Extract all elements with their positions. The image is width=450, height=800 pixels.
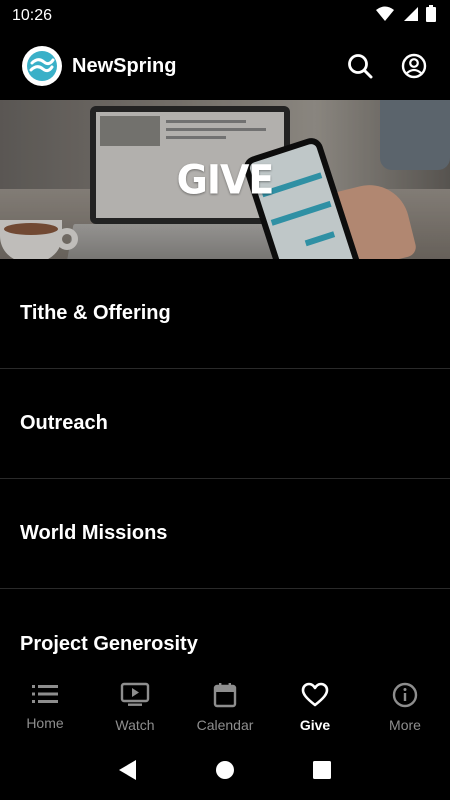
system-navigation-bar bbox=[0, 740, 450, 800]
give-item-outreach[interactable]: Outreach bbox=[0, 369, 450, 479]
give-item-label: Project Generosity bbox=[20, 632, 198, 655]
calendar-icon bbox=[212, 682, 238, 713]
give-item-label: Outreach bbox=[20, 412, 108, 434]
tab-label: Give bbox=[299, 717, 331, 733]
tab-home[interactable]: Home bbox=[0, 670, 90, 740]
status-icons bbox=[376, 5, 436, 27]
give-item-tithe-offering[interactable]: Tithe & Offering bbox=[0, 259, 450, 369]
search-icon[interactable] bbox=[346, 52, 374, 80]
tab-label: Watch bbox=[115, 717, 155, 733]
app-header: NewSpring bbox=[0, 32, 450, 100]
signal-icon bbox=[402, 6, 418, 27]
tv-play-icon bbox=[120, 682, 150, 713]
bottom-tab-bar: Home Watch Calendar Give More bbox=[0, 670, 450, 740]
status-time: 10:26 bbox=[12, 7, 53, 24]
home-button-icon[interactable] bbox=[205, 750, 245, 790]
give-banner: GIVE bbox=[0, 100, 450, 259]
heart-icon bbox=[301, 682, 329, 713]
tab-calendar[interactable]: Calendar bbox=[180, 670, 270, 740]
profile-icon[interactable] bbox=[400, 52, 428, 80]
recents-icon[interactable] bbox=[302, 750, 342, 790]
newspring-logo-icon bbox=[22, 46, 62, 86]
tab-watch[interactable]: Watch bbox=[90, 670, 180, 740]
app-name: NewSpring bbox=[72, 54, 177, 77]
battery-icon bbox=[426, 5, 436, 27]
tab-give[interactable]: Give bbox=[270, 670, 360, 740]
list-icon bbox=[31, 682, 59, 711]
status-bar: 10:26 bbox=[0, 0, 450, 32]
back-icon[interactable] bbox=[108, 750, 148, 790]
give-item-label: World Missions bbox=[20, 522, 168, 544]
tab-label: Calendar bbox=[196, 717, 254, 733]
header-actions bbox=[346, 52, 428, 80]
give-item-world-missions[interactable]: World Missions bbox=[0, 479, 450, 589]
brand[interactable]: NewSpring bbox=[22, 46, 176, 86]
tab-label: More bbox=[389, 717, 421, 733]
tab-more[interactable]: More bbox=[360, 670, 450, 740]
give-item-label: Tithe & Offering bbox=[20, 302, 171, 324]
tab-label: Home bbox=[26, 715, 64, 731]
info-icon bbox=[392, 682, 418, 713]
give-options-list: Tithe & Offering Outreach World Missions… bbox=[0, 259, 450, 699]
wifi-icon bbox=[376, 6, 394, 27]
banner-title: GIVE bbox=[176, 156, 275, 204]
